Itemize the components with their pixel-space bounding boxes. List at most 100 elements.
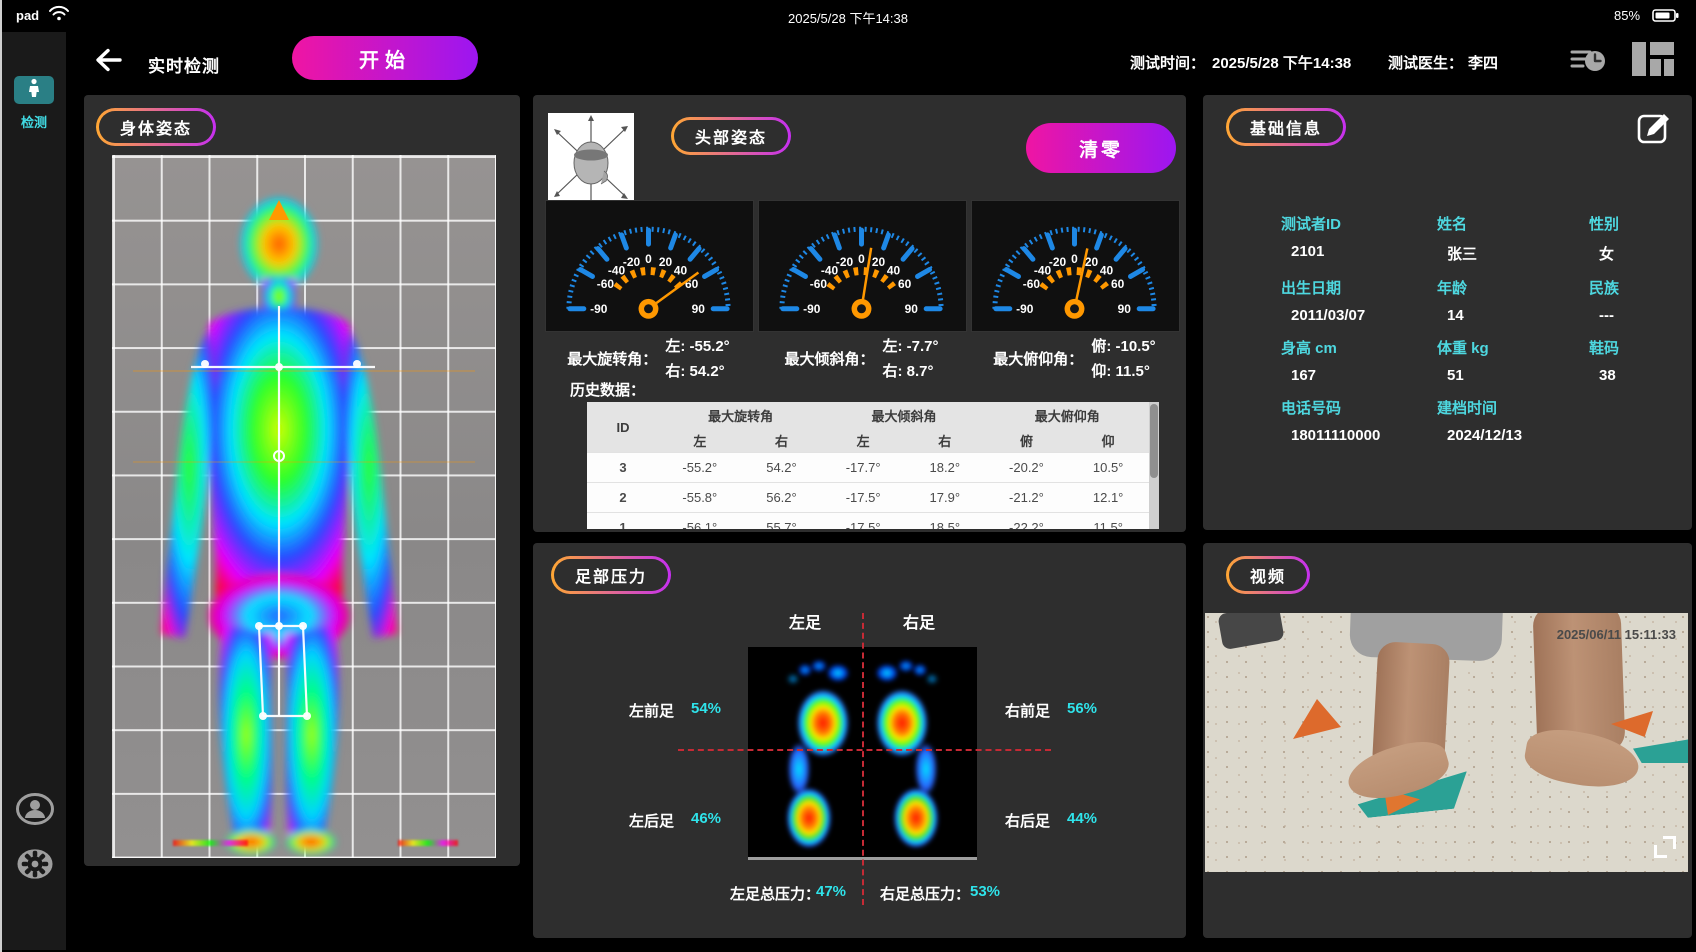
svg-text:-90: -90 xyxy=(803,302,821,316)
svg-text:90: 90 xyxy=(905,302,919,316)
field-height: 身高 cm167 xyxy=(1281,337,1437,384)
foot-pressure-panel: 足部压力 左足 右足 左前足 54% 右前足 56% 左后足 46% 右后足 4… xyxy=(533,543,1186,938)
history-icon[interactable] xyxy=(1570,44,1606,79)
svg-text:-20: -20 xyxy=(623,255,641,269)
left-fore-label: 左前足 xyxy=(629,700,674,721)
svg-text:60: 60 xyxy=(685,277,699,291)
sidebar: 检测 xyxy=(2,32,66,950)
start-button[interactable]: 开始 xyxy=(292,36,478,80)
edit-icon[interactable] xyxy=(1635,108,1673,151)
right-hind-label: 右后足 xyxy=(1005,810,1050,831)
svg-text:-20: -20 xyxy=(836,255,854,269)
head-axes-image xyxy=(548,113,634,210)
battery-icon xyxy=(1652,9,1679,25)
head-posture-title: 头部姿态 xyxy=(674,120,788,152)
basic-info-title-pill: 基础信息 xyxy=(1226,108,1346,146)
total-right-value: 53% xyxy=(970,883,1000,900)
left-hind-value: 46% xyxy=(691,810,721,827)
svg-text:-60: -60 xyxy=(597,277,615,291)
foot-pressure-title: 足部压力 xyxy=(554,559,668,591)
svg-text:0: 0 xyxy=(645,252,652,266)
video-orange-marker xyxy=(1293,699,1341,739)
table-row: 3 -55.2° 54.2° -17.7° 18.2° -20.2° 10.5° xyxy=(587,453,1149,483)
body-posture-title: 身体姿态 xyxy=(99,111,213,143)
video-teal-marker xyxy=(1633,739,1688,763)
video-object-dark xyxy=(1217,613,1284,650)
screen-edge-highlight xyxy=(0,0,2,952)
svg-text:-90: -90 xyxy=(1016,302,1034,316)
video-title-pill: 视频 xyxy=(1226,556,1310,594)
left-foot-label: 左足 xyxy=(789,609,821,633)
svg-text:20: 20 xyxy=(1085,255,1099,269)
field-shoe-size: 鞋码38 xyxy=(1589,337,1676,384)
left-fore-value: 54% xyxy=(691,700,721,717)
user-icon[interactable] xyxy=(16,792,54,831)
back-icon[interactable] xyxy=(92,46,124,79)
status-datetime: 2025/5/28 下午14:38 xyxy=(0,8,1696,27)
video-title: 视频 xyxy=(1229,559,1307,591)
body-posture-title-pill: 身体姿态 xyxy=(96,108,216,146)
svg-text:20: 20 xyxy=(872,255,886,269)
svg-text:60: 60 xyxy=(898,277,912,291)
video-timestamp: 2025/06/11 15:11:33 xyxy=(1557,627,1676,642)
col-group-tilt: 最大倾斜角 xyxy=(822,402,985,428)
fullscreen-icon[interactable] xyxy=(1654,836,1676,858)
col-group-pitch: 最大俯仰角 xyxy=(986,402,1149,428)
person-icon xyxy=(26,78,42,103)
rotation-readout: 最大旋转角： 左: -55.2° 右: 54.2° xyxy=(545,335,752,381)
right-fore-label: 右前足 xyxy=(1005,700,1050,721)
heat-artifact xyxy=(398,840,458,846)
doctor-value: 李四 xyxy=(1468,52,1498,73)
body-thermal-view xyxy=(112,155,496,858)
history-data-label: 历史数据： xyxy=(570,379,645,400)
reset-button[interactable]: 清零 xyxy=(1026,123,1176,173)
basic-info-panel: 基础信息 测试者ID2101 姓名张三 性别女 出生日期2011/03/07 年… xyxy=(1203,95,1692,530)
field-record-date: 建档时间2024/12/13 xyxy=(1437,397,1589,444)
svg-text:-60: -60 xyxy=(1023,277,1041,291)
rotation-gauge: -90-60-40-20020406090 xyxy=(545,200,754,332)
svg-text:90: 90 xyxy=(692,302,706,316)
doctor-label: 测试医生： xyxy=(1388,52,1463,73)
field-age: 年龄14 xyxy=(1437,277,1589,324)
video-feed[interactable]: 2025/06/11 15:11:33 xyxy=(1205,613,1688,872)
pitch-readout: 最大俯仰角： 俯: -10.5° 仰: 11.5° xyxy=(971,335,1178,381)
heat-artifact xyxy=(173,840,248,846)
svg-text:40: 40 xyxy=(674,264,688,278)
svg-text:20: 20 xyxy=(659,255,673,269)
history-table: ID 最大旋转角 最大倾斜角 最大俯仰角 左 右 左 右 俯 仰 3 -55.2 xyxy=(587,402,1159,529)
table-group-header-row: ID 最大旋转角 最大倾斜角 最大俯仰角 xyxy=(587,402,1149,428)
test-time-label: 测试时间： xyxy=(1130,52,1205,73)
video-panel: 视频 2025/06/11 15:11:33 xyxy=(1203,543,1692,938)
fore-hind-divider-line xyxy=(678,749,1051,751)
right-fore-value: 56% xyxy=(1067,700,1097,717)
basic-info-title: 基础信息 xyxy=(1229,111,1343,143)
table-row: 2 -55.8° 56.2° -17.5° 17.9° -21.2° 12.1° xyxy=(587,483,1149,513)
field-birthdate: 出生日期2011/03/07 xyxy=(1281,277,1437,324)
right-foot-heatmap xyxy=(859,655,951,849)
field-tester-id: 测试者ID2101 xyxy=(1281,213,1437,264)
sidebar-item-detect[interactable] xyxy=(14,76,54,104)
body-posture-panel: 身体姿态 xyxy=(84,95,520,866)
table-sub-header-row: 左 右 左 右 俯 仰 xyxy=(587,428,1149,453)
basic-info-grid: 测试者ID2101 姓名张三 性别女 出生日期2011/03/07 年龄14 民… xyxy=(1281,213,1676,444)
left-foot-heatmap xyxy=(774,655,866,849)
right-hind-value: 44% xyxy=(1067,810,1097,827)
status-bar: pad 2025/5/28 下午14:38 85% xyxy=(0,0,1696,30)
svg-text:40: 40 xyxy=(1100,264,1114,278)
sidebar-item-detect-label: 检测 xyxy=(2,112,66,131)
layout-icon[interactable] xyxy=(1632,42,1674,81)
foot-pressure-title-pill: 足部压力 xyxy=(551,556,671,594)
svg-text:-20: -20 xyxy=(1049,255,1067,269)
gear-icon[interactable] xyxy=(16,846,54,887)
head-posture-panel: 头部姿态 清零 -90-60-40-20020406090 -90-60-40-… xyxy=(533,95,1186,532)
page-title: 实时检测 xyxy=(148,52,220,77)
total-left-label: 左足总压力： xyxy=(730,883,820,904)
pitch-gauge: -90-60-40-20020406090 xyxy=(971,200,1180,332)
svg-text:60: 60 xyxy=(1111,277,1125,291)
total-left-value: 47% xyxy=(816,883,846,900)
svg-text:0: 0 xyxy=(1071,252,1078,266)
field-phone: 电话号码18011110000 xyxy=(1281,397,1437,444)
table-scrollbar[interactable] xyxy=(1149,402,1159,529)
field-weight: 体重 kg51 xyxy=(1437,337,1589,384)
total-right-label: 右足总压力： xyxy=(880,883,970,904)
